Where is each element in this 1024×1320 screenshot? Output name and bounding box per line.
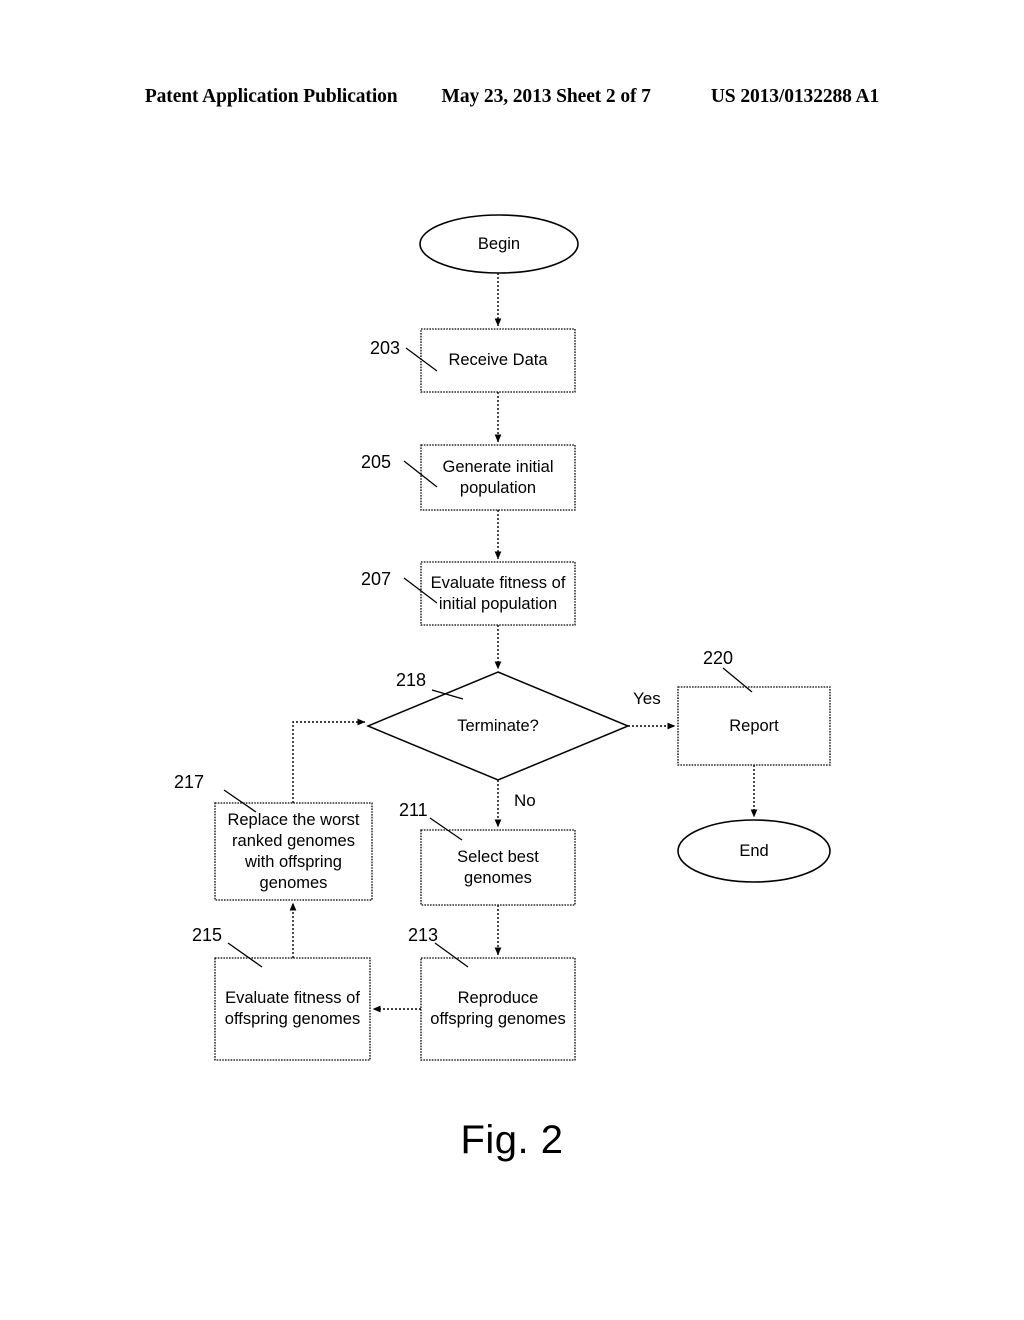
figure-caption: Fig. 2 — [460, 1118, 564, 1162]
node-shape-generate-initial-population — [420, 444, 576, 511]
node-shape-end — [677, 819, 831, 883]
node-shape-reproduce-offspring — [420, 957, 576, 1061]
ref-number-215: 215 — [192, 925, 223, 945]
edge-replace-to-terminate-feedback — [292, 718, 366, 803]
node-shape-begin — [419, 214, 579, 274]
ref-number-218: 218 — [396, 670, 427, 690]
node-shape-evaluate-fitness-initial — [420, 561, 576, 626]
edge-label-no: No — [514, 791, 536, 810]
node-shape-evaluate-fitness-offspring — [214, 957, 371, 1061]
ref-number-207: 207 — [361, 569, 392, 589]
node-shape-receive-data — [420, 328, 576, 393]
edge-label-yes: Yes — [633, 689, 661, 708]
ref-number-213: 213 — [408, 925, 439, 945]
node-shape-report — [677, 686, 831, 766]
node-shape-replace-worst-ranked — [214, 802, 373, 901]
ref-number-220: 220 — [703, 648, 734, 668]
ref-number-203: 203 — [370, 338, 401, 358]
ref-number-217: 217 — [174, 772, 205, 792]
node-shape-select-best-genomes — [420, 829, 576, 906]
ref-number-205: 205 — [361, 452, 392, 472]
ref-number-211: 211 — [399, 800, 428, 820]
